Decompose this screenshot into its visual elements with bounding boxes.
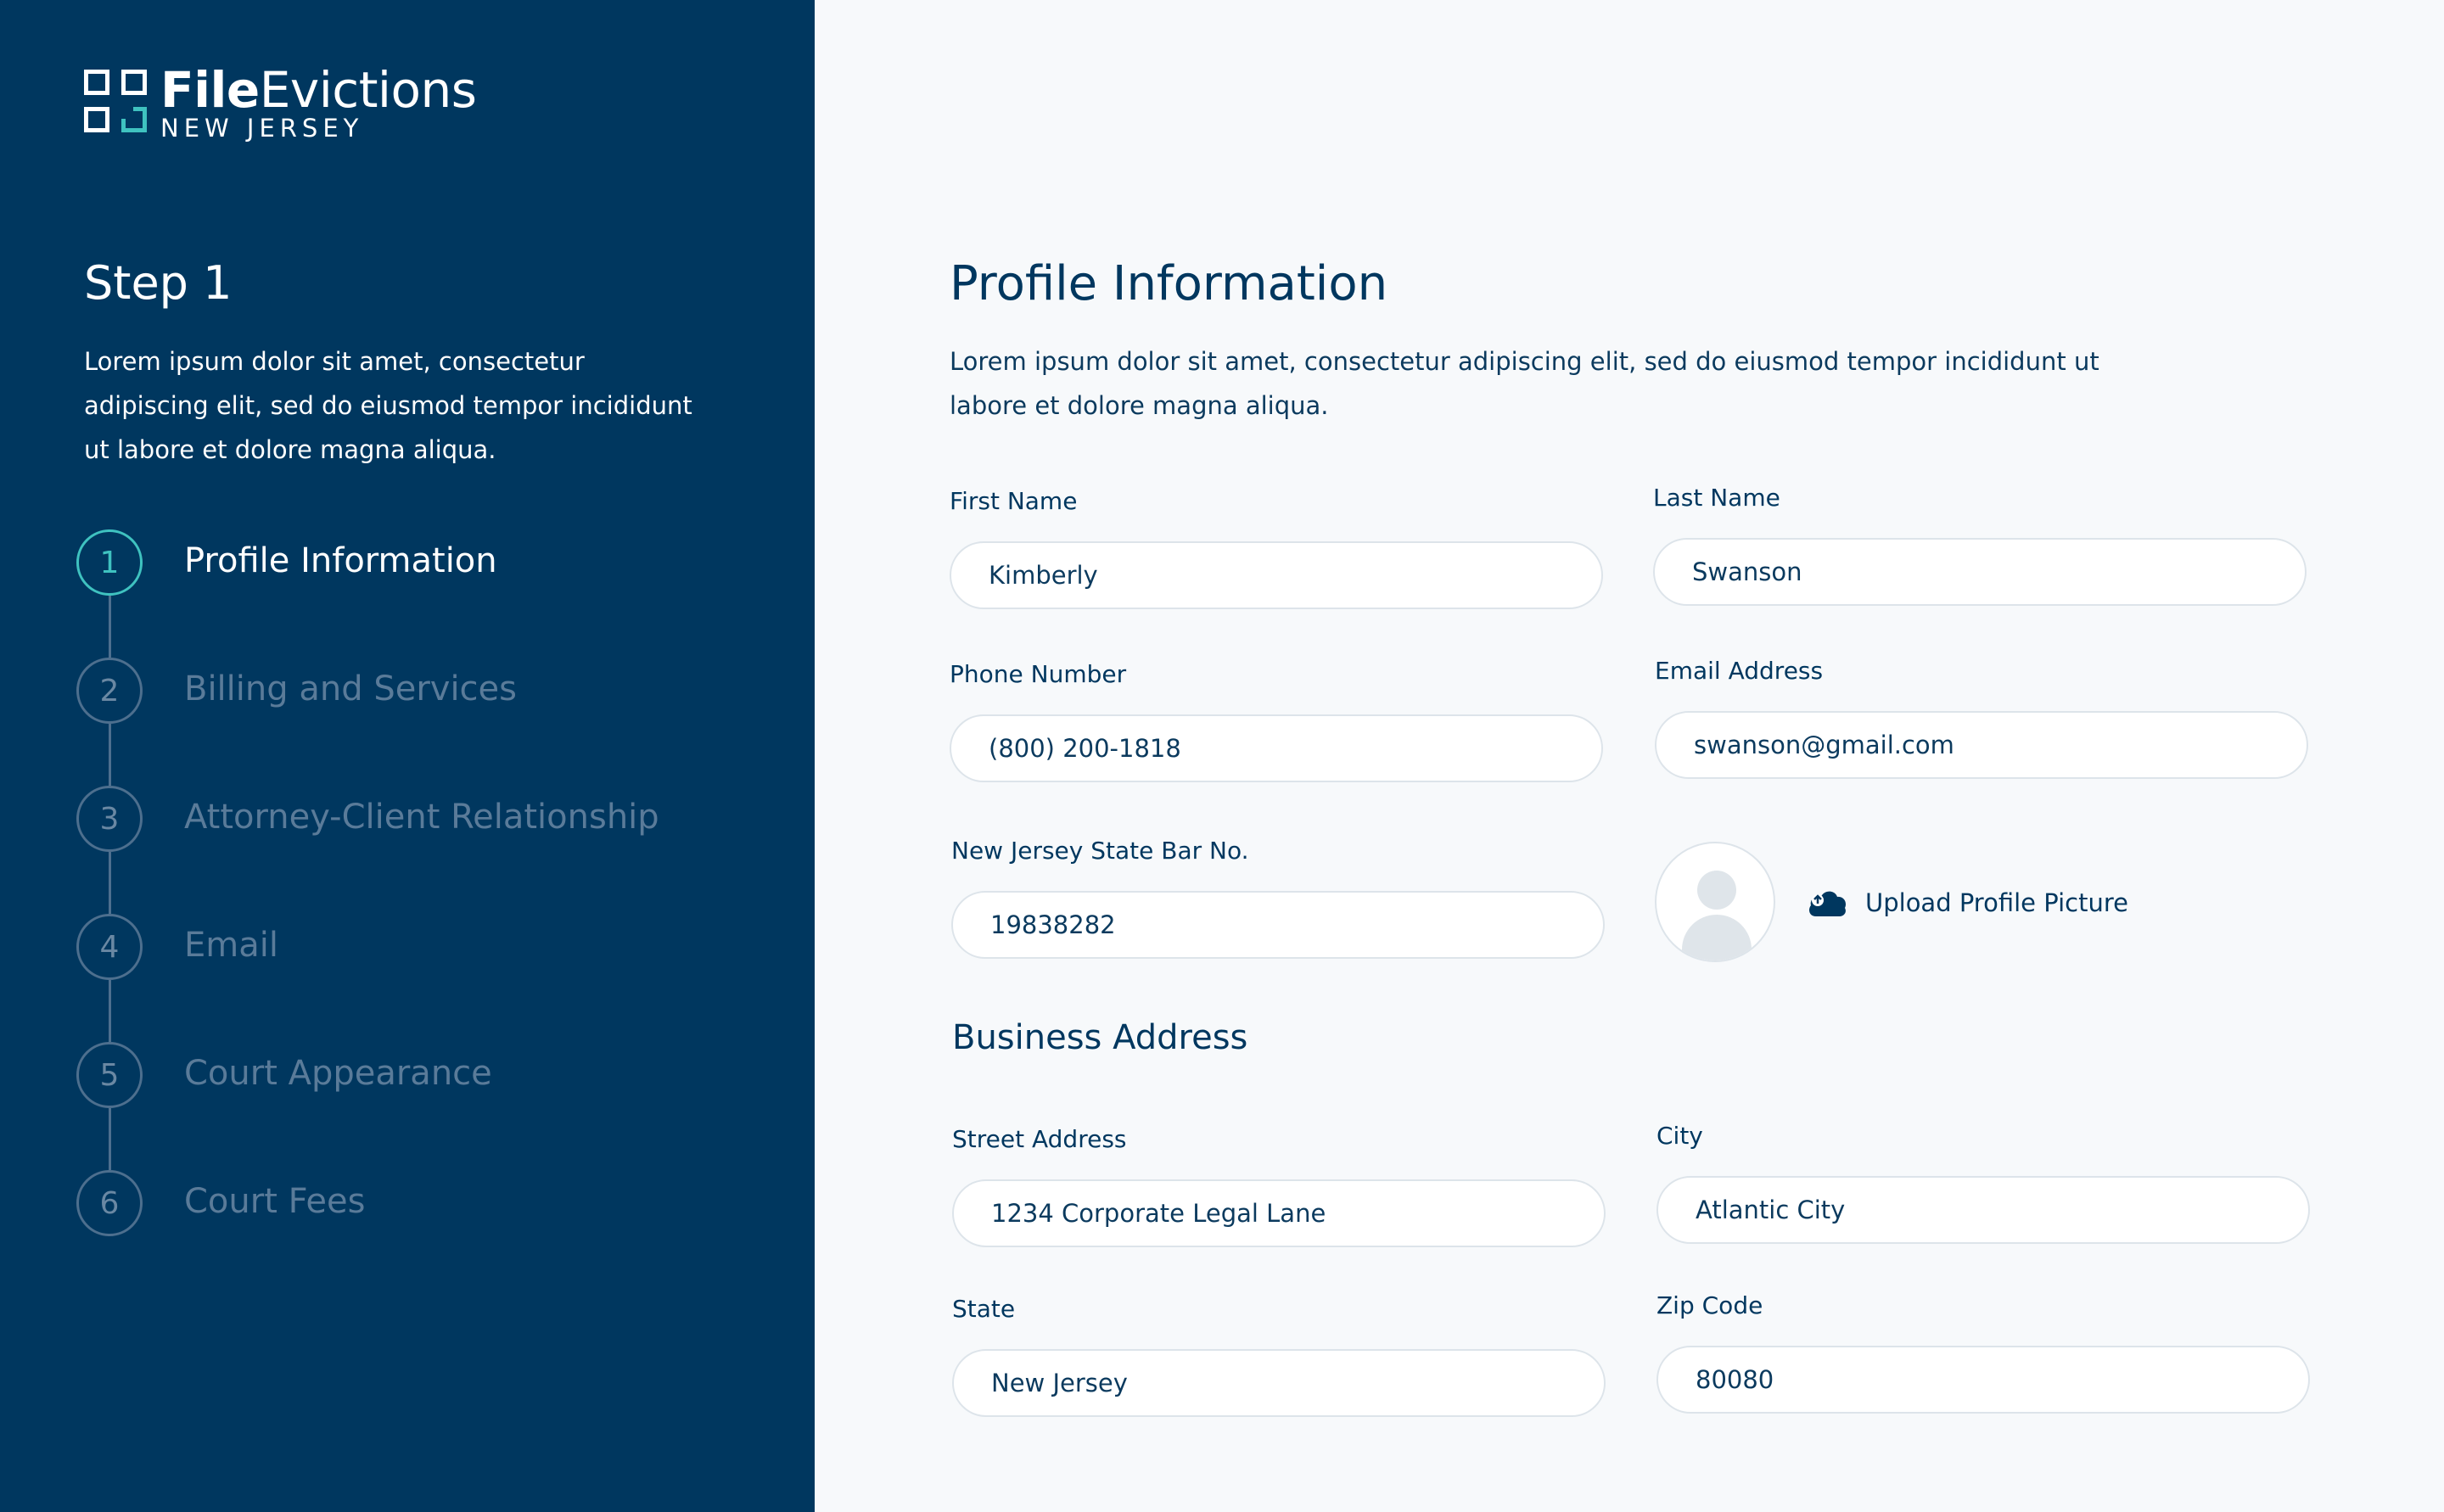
city-label: City bbox=[1656, 1122, 1703, 1150]
email-group: Email Address swanson@gmail.com bbox=[1655, 657, 2308, 779]
state-group: State New Jersey bbox=[952, 1295, 1606, 1417]
sidebar: FileEvictions NEW JERSEY Step 1 Lorem ip… bbox=[0, 0, 815, 1512]
zip-input[interactable]: 80080 bbox=[1656, 1346, 2310, 1414]
city-group: City Atlantic City bbox=[1656, 1122, 2310, 1244]
email-label: Email Address bbox=[1655, 657, 1824, 685]
step-connector bbox=[109, 852, 111, 914]
upload-profile-picture-button[interactable]: Upload Profile Picture bbox=[1806, 886, 2128, 920]
step-number: 2 bbox=[76, 658, 143, 724]
page-title: Profile Information bbox=[950, 256, 1388, 311]
state-label: State bbox=[952, 1295, 1016, 1323]
zip-group: Zip Code 80080 bbox=[1656, 1291, 2310, 1414]
step-label: Billing and Services bbox=[184, 669, 517, 708]
step-connector bbox=[109, 596, 111, 658]
last-name-input[interactable]: Swanson bbox=[1653, 538, 2307, 606]
step-number: 3 bbox=[76, 786, 143, 852]
step-label: Court Appearance bbox=[184, 1054, 492, 1093]
user-icon bbox=[1697, 871, 1736, 910]
phone-label: Phone Number bbox=[950, 660, 1127, 688]
brand-name: FileEvictions bbox=[160, 61, 477, 119]
step-connector bbox=[109, 724, 111, 786]
email-input[interactable]: swanson@gmail.com bbox=[1655, 711, 2308, 779]
step-number: 1 bbox=[76, 529, 143, 596]
last-name-label: Last Name bbox=[1653, 484, 1780, 512]
bar-number-label: New Jersey State Bar No. bbox=[951, 837, 1249, 865]
business-address-heading: Business Address bbox=[952, 1018, 1248, 1057]
first-name-group: First Name Kimberly bbox=[950, 487, 1603, 609]
zip-label: Zip Code bbox=[1656, 1291, 1763, 1319]
step-number: 4 bbox=[76, 914, 143, 980]
street-label: Street Address bbox=[952, 1125, 1127, 1153]
brand-region: NEW JERSEY bbox=[160, 114, 364, 143]
step-connector bbox=[109, 980, 111, 1042]
avatar-placeholder[interactable] bbox=[1655, 842, 1775, 962]
bar-number-group: New Jersey State Bar No. 19838282 bbox=[951, 837, 1605, 959]
step-number: 6 bbox=[76, 1170, 143, 1236]
street-group: Street Address 1234 Corporate Legal Lane bbox=[952, 1125, 1606, 1247]
logo-grid-icon bbox=[84, 64, 147, 132]
step-label: Email bbox=[184, 926, 278, 965]
street-input[interactable]: 1234 Corporate Legal Lane bbox=[952, 1179, 1606, 1247]
upload-label: Upload Profile Picture bbox=[1865, 888, 2128, 917]
step-number: 5 bbox=[76, 1042, 143, 1108]
step-title: Step 1 bbox=[84, 256, 233, 310]
main-content: Profile Information Lorem ipsum dolor si… bbox=[815, 0, 2444, 1512]
state-input[interactable]: New Jersey bbox=[952, 1349, 1606, 1417]
step-description: Lorem ipsum dolor sit amet, consectetur … bbox=[84, 347, 692, 464]
first-name-input[interactable]: Kimberly bbox=[950, 541, 1603, 609]
step-label: Attorney-Client Relationship bbox=[184, 798, 659, 837]
phone-input[interactable]: (800) 200-1818 bbox=[950, 714, 1603, 782]
last-name-group: Last Name Swanson bbox=[1653, 484, 2307, 606]
bar-number-input[interactable]: 19838282 bbox=[951, 891, 1605, 959]
first-name-label: First Name bbox=[950, 487, 1078, 515]
cloud-upload-icon bbox=[1809, 891, 1846, 916]
city-input[interactable]: Atlantic City bbox=[1656, 1176, 2310, 1244]
step-label: Profile Information bbox=[184, 541, 497, 580]
step-connector bbox=[109, 1108, 111, 1170]
phone-group: Phone Number (800) 200-1818 bbox=[950, 660, 1603, 782]
page-description: Lorem ipsum dolor sit amet, consectetur … bbox=[950, 347, 2099, 420]
logo[interactable]: FileEvictions NEW JERSEY bbox=[84, 64, 477, 141]
step-label: Court Fees bbox=[184, 1182, 366, 1221]
